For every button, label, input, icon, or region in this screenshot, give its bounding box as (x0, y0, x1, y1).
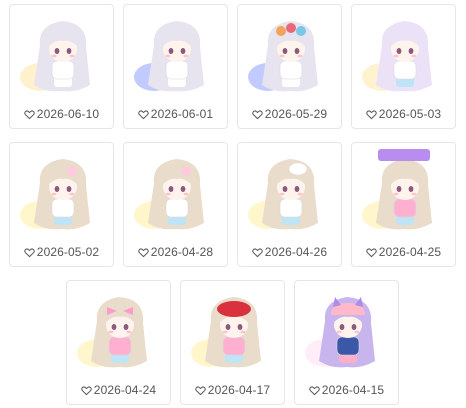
outfit-card[interactable]: 2026-05-29 (237, 4, 342, 129)
outfit-card[interactable]: 2026-04-24 (66, 280, 171, 405)
date-row: 2026-04-24 (67, 382, 170, 398)
outfit-card[interactable]: 2026-06-10 (9, 4, 114, 129)
outfit-card[interactable]: 2026-04-15 (294, 280, 399, 405)
character-avatar (134, 159, 204, 230)
heart-outline-icon[interactable] (138, 247, 149, 258)
outfit-grid: 2026-06-10 2026-06-01 2026-05-29 2026-05-03… (0, 0, 466, 408)
character-avatar (134, 21, 204, 92)
date-row: 2026-04-17 (181, 382, 284, 398)
character-avatar (248, 21, 318, 92)
outfit-card[interactable]: 2026-05-03 (351, 4, 456, 129)
outfit-date: 2026-04-28 (150, 245, 214, 259)
outfit-card[interactable]: 2026-06-01 (123, 4, 228, 129)
outfit-date: 2026-04-25 (378, 245, 442, 259)
heart-outline-icon[interactable] (138, 109, 149, 120)
heart-outline-icon[interactable] (366, 247, 377, 258)
date-row: 2026-05-29 (238, 106, 341, 122)
outfit-card[interactable]: 2026-05-02 (9, 142, 114, 267)
outfit-card[interactable]: 2026-04-17 (180, 280, 285, 405)
date-row: 2026-05-03 (352, 106, 455, 122)
outfit-date: 2026-05-29 (264, 107, 328, 121)
outfit-date: 2026-06-10 (36, 107, 100, 121)
outfit-card[interactable]: 2026-04-26 (237, 142, 342, 267)
heart-outline-icon[interactable] (366, 109, 377, 120)
character-avatar (77, 297, 147, 368)
date-row: 2026-06-10 (10, 106, 113, 122)
outfit-date: 2026-04-26 (264, 245, 328, 259)
character-avatar (305, 297, 375, 368)
character-avatar (20, 21, 90, 92)
date-row: 2026-05-02 (10, 244, 113, 260)
heart-outline-icon[interactable] (252, 247, 263, 258)
outfit-card[interactable]: 2026-04-28 (123, 142, 228, 267)
heart-outline-icon[interactable] (309, 385, 320, 396)
heart-outline-icon[interactable] (24, 247, 35, 258)
outfit-date: 2026-05-02 (36, 245, 100, 259)
character-avatar (362, 21, 432, 92)
date-row: 2026-04-15 (295, 382, 398, 398)
character-avatar (248, 159, 318, 230)
outfit-card[interactable]: 2026-04-25 (351, 142, 456, 267)
date-row: 2026-04-26 (238, 244, 341, 260)
character-avatar (20, 159, 90, 230)
heart-outline-icon[interactable] (24, 109, 35, 120)
date-row: 2026-04-28 (124, 244, 227, 260)
date-row: 2026-06-01 (124, 106, 227, 122)
heart-outline-icon[interactable] (81, 385, 92, 396)
date-row: 2026-04-25 (352, 244, 455, 260)
outfit-date: 2026-05-03 (378, 107, 442, 121)
outfit-date: 2026-06-01 (150, 107, 214, 121)
heart-outline-icon[interactable] (195, 385, 206, 396)
character-avatar (362, 149, 432, 230)
outfit-date: 2026-04-24 (93, 383, 157, 397)
outfit-date: 2026-04-15 (321, 383, 385, 397)
outfit-date: 2026-04-17 (207, 383, 271, 397)
heart-outline-icon[interactable] (252, 109, 263, 120)
character-avatar (191, 297, 261, 368)
